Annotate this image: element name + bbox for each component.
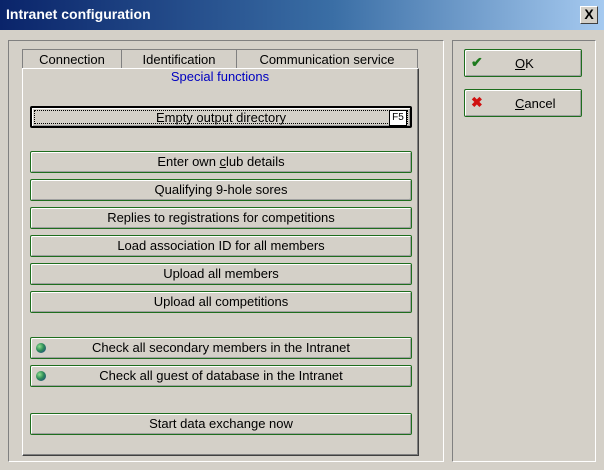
upload-members-label: Upload all members (163, 266, 279, 281)
tab-connection-label: Connection (39, 52, 105, 67)
x-icon: ✖ (471, 94, 483, 110)
check-guest-label: Check all guest of database in the Intra… (99, 368, 343, 383)
start-exchange-label: Start data exchange now (149, 416, 293, 431)
ok-button[interactable]: ✔ OK (464, 49, 582, 77)
check-secondary-members-button[interactable]: Check all secondary members in the Intra… (30, 337, 412, 359)
title-bar: Intranet configuration X (0, 0, 604, 30)
cancel-button[interactable]: ✖ Cancel (464, 89, 582, 117)
replies-label: Replies to registrations for competition… (107, 210, 335, 225)
load-association-id-button[interactable]: Load association ID for all members (30, 235, 412, 257)
cancel-label: Cancel (515, 96, 556, 111)
window-title: Intranet configuration (6, 6, 151, 22)
shortcut-badge: F5 (389, 110, 407, 126)
globe-icon (36, 371, 46, 381)
tab-special-functions[interactable]: Special functions (22, 66, 418, 88)
ok-label: OK (515, 56, 534, 71)
start-data-exchange-button[interactable]: Start data exchange now (30, 413, 412, 435)
replies-registrations-button[interactable]: Replies to registrations for competition… (30, 207, 412, 229)
own-club-label-pre: Enter own (157, 154, 220, 169)
tab-communication-service-label: Communication service (259, 52, 395, 67)
close-button[interactable]: X (580, 6, 598, 24)
empty-output-directory-button[interactable]: Empty output directory F5 (30, 106, 412, 128)
check-secondary-label: Check all secondary members in the Intra… (92, 340, 350, 355)
close-icon: X (584, 6, 594, 22)
focus-ring (34, 110, 408, 124)
enter-own-club-details-button[interactable]: Enter own club details (30, 151, 412, 173)
tab-identification-label: Identification (142, 52, 216, 67)
check-guest-database-button[interactable]: Check all guest of database in the Intra… (30, 365, 412, 387)
check-icon: ✔ (471, 54, 483, 70)
load-association-label: Load association ID for all members (117, 238, 325, 253)
upload-all-members-button[interactable]: Upload all members (30, 263, 412, 285)
upload-competitions-label: Upload all competitions (153, 294, 289, 309)
own-club-label-post: lub details (226, 154, 285, 169)
qualifying-label: Qualifying 9-hole sores (154, 182, 288, 197)
globe-icon (36, 343, 46, 353)
qualifying-9-hole-button[interactable]: Qualifying 9-hole sores (30, 179, 412, 201)
upload-all-competitions-button[interactable]: Upload all competitions (30, 291, 412, 313)
